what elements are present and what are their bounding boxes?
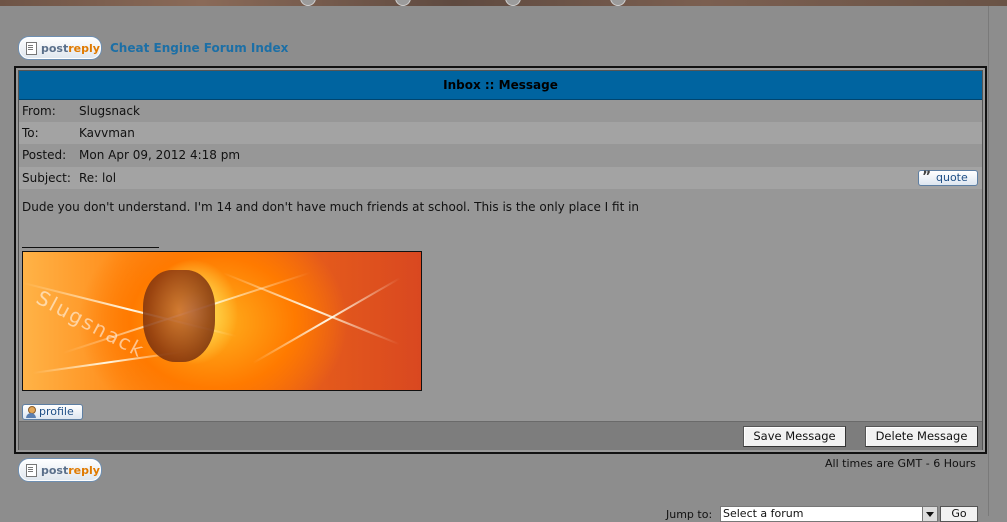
quote-button[interactable]: quote <box>918 170 978 186</box>
to-value: Kavvman <box>79 126 135 140</box>
post-reply-icon <box>24 41 38 55</box>
forum-jump-select[interactable]: Select a forum <box>720 506 938 522</box>
jump-to-label: Jump to: <box>666 508 713 521</box>
delete-message-button[interactable]: Delete Message <box>865 426 978 447</box>
from-row: From: Slugsnack <box>19 100 982 122</box>
forum-index-link[interactable]: Cheat Engine Forum Index <box>110 41 288 55</box>
page-edge-divider <box>988 6 989 516</box>
nav-tab-knob[interactable] <box>505 0 521 6</box>
chevron-down-icon[interactable] <box>922 507 937 521</box>
quote-icon <box>921 170 934 184</box>
forum-jump-selected: Select a forum <box>723 507 804 520</box>
posted-label: Posted: <box>22 148 67 162</box>
signature-banner-image: Slugsnack <box>22 251 422 391</box>
subject-label: Subject: <box>22 171 71 185</box>
top-banner-strip <box>0 0 1007 6</box>
save-message-button[interactable]: Save Message <box>743 426 846 447</box>
banner-figure <box>143 270 215 362</box>
post-reply-button-bottom[interactable]: post reply <box>18 458 102 482</box>
post-reply-label-suffix: reply <box>68 463 100 477</box>
profile-label: profile <box>39 405 74 418</box>
to-label: To: <box>22 126 39 140</box>
banner-signature-text: Slugsnack <box>32 285 150 363</box>
message-panel-inner: Inbox :: Message From: Slugsnack To: Kav… <box>18 70 983 450</box>
signature-divider <box>22 247 159 248</box>
timezone-note: All times are GMT - 6 Hours <box>825 457 976 470</box>
post-reply-icon <box>24 463 38 477</box>
nav-tab-knob[interactable] <box>610 0 626 6</box>
from-value: Slugsnack <box>79 104 140 118</box>
nav-tab-knob[interactable] <box>395 0 411 6</box>
profile-button[interactable]: profile <box>22 404 83 420</box>
action-bar: Save Message Delete Message <box>19 421 982 450</box>
nav-tab-knob[interactable] <box>300 0 316 6</box>
posted-row: Posted: Mon Apr 09, 2012 4:18 pm <box>19 144 982 166</box>
message-panel: Inbox :: Message From: Slugsnack To: Kav… <box>14 66 987 454</box>
post-reply-label-prefix: post <box>41 41 69 55</box>
message-body: Dude you don't understand. I'm 14 and do… <box>22 200 640 214</box>
subject-value: Re: lol <box>79 171 117 185</box>
quote-label: quote <box>936 171 968 184</box>
to-row: To: Kavvman <box>19 122 982 144</box>
subject-row: Subject: Re: lol quote <box>19 167 982 189</box>
go-button[interactable]: Go <box>940 506 978 522</box>
post-reply-button-top[interactable]: post reply <box>18 36 102 60</box>
message-header: Inbox :: Message <box>19 71 982 100</box>
post-reply-label-prefix: post <box>41 463 69 477</box>
from-label: From: <box>22 104 56 118</box>
profile-icon <box>25 406 37 418</box>
post-reply-label-suffix: reply <box>68 41 100 55</box>
posted-value: Mon Apr 09, 2012 4:18 pm <box>79 148 241 162</box>
